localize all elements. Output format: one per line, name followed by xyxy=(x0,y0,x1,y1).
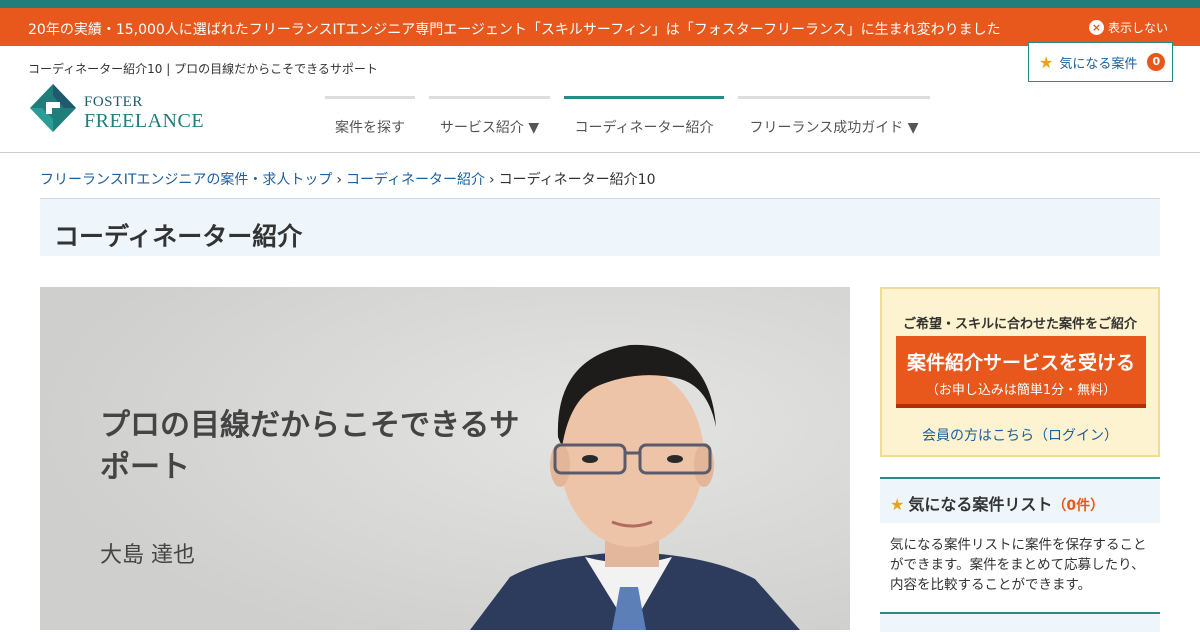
site-logo[interactable]: FOSTER FREELANCE xyxy=(28,82,208,136)
breadcrumb-current: コーディネーター紹介10 xyxy=(498,172,656,188)
breadcrumb-separator: › xyxy=(336,172,343,188)
dismiss-announcement-button[interactable]: × 表示しない xyxy=(1088,19,1168,36)
cta-lead-text: ご希望・スキルに合わせた案件をご紹介 xyxy=(902,317,1137,332)
dismiss-label: 表示しない xyxy=(1107,21,1168,35)
favorites-label: 気になる案件 xyxy=(1059,56,1138,72)
breadcrumb-separator: › xyxy=(489,172,495,188)
page-title-box: コーディネーター紹介 xyxy=(40,198,1160,256)
favorites-list-description: 気になる案件リストに案件を保存することができます。案件をまとめて応募したり、内容… xyxy=(890,537,1147,593)
cta-button-label: 案件紹介サービスを受ける xyxy=(906,352,1135,374)
cta-button-sublabel: （お申し込みは簡単1分・無料） xyxy=(925,383,1117,398)
nav-item-coordinators[interactable]: コーディネーター紹介 xyxy=(564,96,724,136)
nav-item-success-guide[interactable]: フリーランス成功ガイド ▼ xyxy=(738,96,930,136)
page-title: コーディネーター紹介 xyxy=(54,222,303,251)
logo-mark-icon xyxy=(30,84,76,132)
nav-item-services[interactable]: サービス紹介 ▼ xyxy=(429,96,550,136)
announcement-bar: 20年の実績・15,000人に選ばれたフリーランスITエンジニア専門エージェント… xyxy=(0,8,1200,46)
hero-heading: プロの目線だからこそできるサポート xyxy=(100,408,520,485)
nav-item-search-jobs[interactable]: 案件を探す xyxy=(325,96,415,136)
logo-text-freelance: FREELANCE xyxy=(84,110,205,132)
top-accent-strip xyxy=(0,0,1200,8)
sidebar-cta-box: ご希望・スキルに合わせた案件をご紹介 案件紹介サービスを受ける （お申し込みは簡… xyxy=(880,287,1160,457)
header-divider xyxy=(0,152,1200,153)
favorites-list-title: 気になる案件リスト xyxy=(908,495,1053,514)
favorites-list-count: （0件） xyxy=(1052,498,1105,514)
apply-service-button[interactable]: 案件紹介サービスを受ける （お申し込みは簡単1分・無料） xyxy=(896,336,1146,408)
site-tagline: コーディネーター紹介10 | プロの目線だからこそできるサポート xyxy=(28,62,378,76)
breadcrumb-link-coordinators[interactable]: コーディネーター紹介 xyxy=(346,172,485,188)
sidebar-next-section xyxy=(880,612,1160,632)
breadcrumb: フリーランスITエンジニアの案件・求人トップ › コーディネーター紹介 › コーディネー… xyxy=(40,169,656,189)
hero-image: プロの目線だからこそできるサポート 大島 達也 xyxy=(40,287,850,630)
favorites-button[interactable]: ★ 気になる案件 0 xyxy=(1028,42,1173,82)
star-icon: ★ xyxy=(1039,52,1054,72)
coordinator-name: 大島 達也 xyxy=(100,543,195,568)
announcement-text: 20年の実績・15,000人に選ばれたフリーランスITエンジニア専門エージェント… xyxy=(28,22,1001,38)
star-icon: ★ xyxy=(890,495,905,514)
logo-text-foster: FOSTER xyxy=(84,94,143,110)
close-icon: × xyxy=(1088,20,1104,35)
favorites-list-header: ★ 気になる案件リスト（0件） xyxy=(880,479,1160,523)
breadcrumb-link-home[interactable]: フリーランスITエンジニアの案件・求人トップ xyxy=(40,172,332,188)
favorites-list-panel: ★ 気になる案件リスト（0件） 気になる案件リストに案件を保存することができます。… xyxy=(880,477,1160,614)
favorites-count-badge: 0 xyxy=(1147,53,1166,71)
member-login-link[interactable]: 会員の方はこちら（ログイン） xyxy=(882,425,1158,445)
